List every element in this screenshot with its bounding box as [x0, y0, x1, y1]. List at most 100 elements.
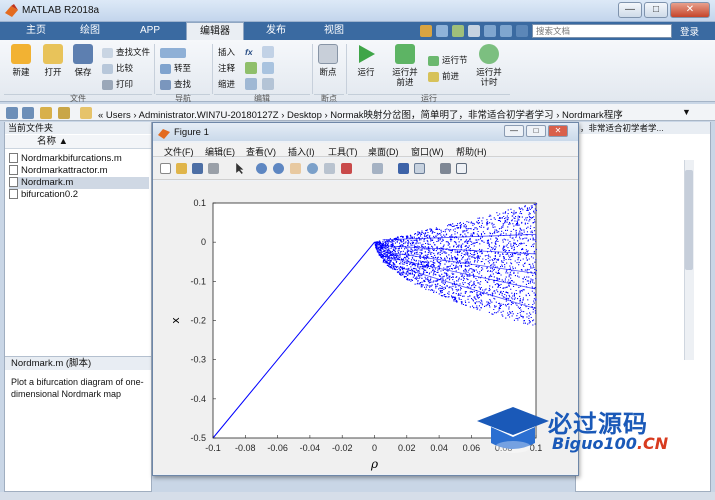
fx-button[interactable]: fx: [245, 46, 253, 58]
name-column-header[interactable]: 名称 ▲: [5, 135, 151, 149]
paste-icon[interactable]: [468, 25, 480, 37]
tab-view[interactable]: 视图: [312, 22, 356, 40]
run-button[interactable]: 运行: [354, 44, 378, 77]
tab-plots[interactable]: 绘图: [70, 22, 110, 40]
m-file-icon: [9, 153, 18, 164]
new-button[interactable]: 新建: [10, 44, 32, 77]
print-figure-icon[interactable]: [208, 163, 219, 174]
zoom-in-icon[interactable]: [256, 163, 267, 174]
zoom-out-icon[interactable]: [273, 163, 284, 174]
decrease-indent-icon[interactable]: [262, 78, 274, 90]
menu-desktop[interactable]: 桌面(D): [368, 145, 399, 158]
insert-button[interactable]: 插入: [218, 46, 235, 58]
figure-minimize-button[interactable]: —: [504, 125, 524, 137]
tab-editor[interactable]: 编辑器: [186, 22, 244, 40]
current-folder-path[interactable]: « Users › Administrator.WIN7U-20180127Z …: [98, 107, 623, 121]
comment-button[interactable]: 注释: [218, 62, 235, 74]
divider: [346, 44, 347, 94]
search-docs-input[interactable]: 搜索文档: [532, 24, 672, 38]
sign-in-link[interactable]: 登录: [680, 24, 699, 38]
link-icon[interactable]: [372, 163, 383, 174]
y-axis-label: x: [169, 317, 182, 324]
m-file-icon: [9, 177, 18, 188]
run-time-icon: [479, 44, 499, 64]
figure-close-button[interactable]: ✕: [548, 125, 568, 137]
back-icon[interactable]: [6, 107, 18, 119]
menu-edit[interactable]: 编辑(E): [205, 145, 235, 158]
open-file-icon[interactable]: [176, 163, 187, 174]
section-edit: 编辑: [214, 94, 310, 103]
tab-apps[interactable]: APP: [128, 22, 172, 40]
indent-button[interactable]: 缩进: [218, 78, 235, 90]
list-item[interactable]: bifurcation0.2: [9, 189, 78, 201]
undo-icon[interactable]: [484, 25, 496, 37]
hide-tools-icon[interactable]: [440, 163, 451, 174]
comment-toggle-icon[interactable]: [245, 62, 257, 74]
run-advance-icon: [395, 44, 415, 64]
advance-button[interactable]: 前进: [428, 70, 459, 82]
menu-file[interactable]: 文件(F): [164, 145, 194, 158]
goto-button[interactable]: 转至: [160, 62, 191, 74]
save-quick-icon[interactable]: [420, 25, 432, 37]
minimize-button[interactable]: —: [618, 2, 642, 18]
path-dropdown-icon[interactable]: ▼: [682, 107, 691, 117]
close-button[interactable]: ✕: [670, 2, 710, 18]
copy-icon[interactable]: [452, 25, 464, 37]
up-folder-icon[interactable]: [40, 107, 52, 119]
wrap-comment-icon[interactable]: [262, 62, 274, 74]
figure-maximize-button[interactable]: □: [526, 125, 546, 137]
smart-indent-icon[interactable]: [245, 78, 257, 90]
details-header: Nordmark.m (脚本): [5, 356, 151, 370]
open-icon: [43, 44, 63, 64]
save-figure-icon[interactable]: [192, 163, 203, 174]
compare-button[interactable]: 比较: [102, 62, 133, 74]
list-item[interactable]: Nordmarkbifurcations.m: [9, 153, 122, 165]
y-tick-label: -0.1: [190, 276, 206, 286]
run-section-button[interactable]: 运行节: [428, 54, 468, 66]
redo-icon[interactable]: [500, 25, 512, 37]
menu-tools[interactable]: 工具(T): [328, 145, 358, 158]
current-folder-header: 当前文件夹: [5, 122, 151, 134]
menu-window[interactable]: 窗口(W): [411, 145, 444, 158]
data-cursor-icon[interactable]: [324, 163, 335, 174]
cut-icon[interactable]: [436, 25, 448, 37]
compare-icon: [102, 63, 113, 74]
x-tick-label: 0.02: [398, 443, 416, 453]
insert-section-icon[interactable]: [262, 46, 274, 58]
legend-icon[interactable]: [414, 163, 425, 174]
run-advance-button[interactable]: 运行并 前进: [388, 44, 422, 87]
list-item-selected[interactable]: Nordmark.m: [9, 177, 149, 189]
show-tools-icon[interactable]: [456, 163, 467, 174]
colorbar-icon[interactable]: [398, 163, 409, 174]
divider: [312, 44, 313, 94]
forward-icon[interactable]: [22, 107, 34, 119]
find-icon: [160, 79, 171, 90]
find-button[interactable]: 查找: [160, 78, 191, 90]
menu-insert[interactable]: 插入(I): [288, 145, 315, 158]
find-files-button[interactable]: 查找文件: [102, 46, 150, 58]
y-tick-label: -0.2: [190, 316, 206, 326]
folder-icon: [80, 107, 92, 119]
breakpoints-button[interactable]: 断点: [316, 44, 340, 77]
new-figure-icon[interactable]: [160, 163, 171, 174]
m-file-icon: [9, 165, 18, 176]
save-button[interactable]: 保存: [72, 44, 94, 77]
pan-icon[interactable]: [290, 163, 301, 174]
help-icon[interactable]: [516, 25, 528, 37]
browse-folder-icon[interactable]: [58, 107, 70, 119]
brush-icon[interactable]: [341, 163, 352, 174]
print-button[interactable]: 打印: [102, 78, 133, 90]
scrollbar-thumb[interactable]: [685, 170, 693, 270]
back-forward-buttons[interactable]: [160, 46, 189, 58]
open-button[interactable]: 打开: [42, 44, 64, 77]
maximize-button[interactable]: □: [644, 2, 668, 18]
y-tick-label: 0.1: [193, 198, 206, 208]
menu-view[interactable]: 查看(V): [246, 145, 276, 158]
tab-publish[interactable]: 发布: [254, 22, 298, 40]
x-tick-label: -0.1: [205, 443, 221, 453]
list-item[interactable]: Nordmarkattractor.m: [9, 165, 108, 177]
rotate-icon[interactable]: [307, 163, 318, 174]
menu-help[interactable]: 帮助(H): [456, 145, 487, 158]
tab-home[interactable]: 主页: [16, 22, 56, 40]
run-and-time-button[interactable]: 运行并 计时: [472, 44, 506, 87]
